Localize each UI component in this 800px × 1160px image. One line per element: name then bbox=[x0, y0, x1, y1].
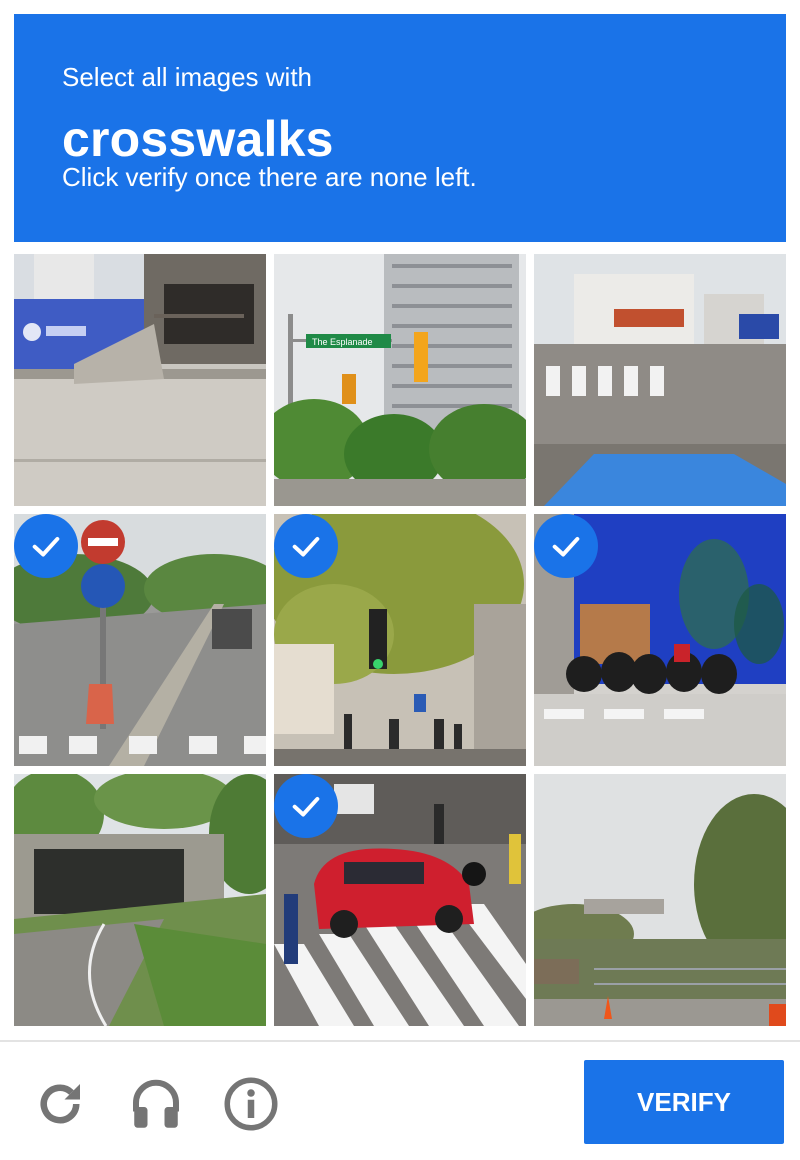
target-keyword: crosswalks bbox=[62, 111, 334, 167]
selected-check bbox=[274, 514, 338, 578]
image-grid: The Esplanade bbox=[14, 254, 786, 1026]
challenge-header: Select all images with crosswalks Click … bbox=[14, 14, 786, 242]
tile-image bbox=[14, 254, 266, 506]
image-tile-8[interactable] bbox=[274, 774, 526, 1026]
footer-divider bbox=[0, 1040, 800, 1042]
info-icon bbox=[224, 1077, 278, 1131]
image-tile-4[interactable] bbox=[14, 514, 266, 766]
selected-check bbox=[274, 774, 338, 838]
image-tile-6[interactable] bbox=[534, 514, 786, 766]
verify-button[interactable]: VERIFY bbox=[584, 1060, 784, 1144]
street-sign-text: The Esplanade bbox=[312, 337, 373, 347]
image-tile-5[interactable] bbox=[274, 514, 526, 766]
check-icon bbox=[32, 536, 60, 557]
selected-check bbox=[534, 514, 598, 578]
selected-check bbox=[14, 514, 78, 578]
image-tile-9[interactable] bbox=[534, 774, 786, 1026]
tile-image: The Esplanade bbox=[274, 254, 526, 506]
instruction-text: Select all images with bbox=[62, 62, 312, 92]
image-tile-7[interactable] bbox=[14, 774, 266, 1026]
tile-image bbox=[14, 774, 266, 1026]
instruction-subtext: Click verify once there are none left. bbox=[62, 162, 477, 192]
info-button[interactable] bbox=[221, 1074, 281, 1134]
tile-image bbox=[534, 774, 786, 1026]
reload-button[interactable] bbox=[30, 1074, 90, 1134]
image-tile-1[interactable] bbox=[14, 254, 266, 506]
image-tile-3[interactable] bbox=[534, 254, 786, 506]
check-icon bbox=[292, 796, 320, 817]
check-icon bbox=[292, 536, 320, 557]
audio-challenge-button[interactable] bbox=[126, 1074, 186, 1134]
check-icon bbox=[552, 536, 580, 557]
image-tile-2[interactable]: The Esplanade bbox=[274, 254, 526, 506]
headphones-icon bbox=[133, 1079, 179, 1128]
reload-icon bbox=[40, 1084, 80, 1124]
tile-image bbox=[534, 254, 786, 506]
